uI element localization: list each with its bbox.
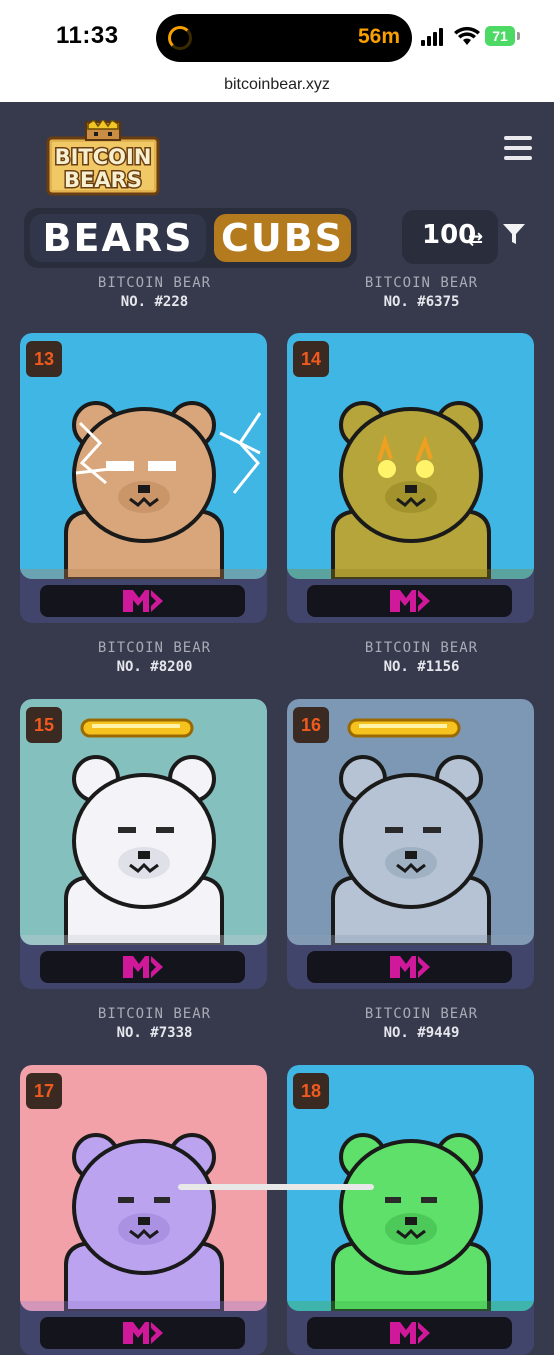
magic-eden-icon [123, 1322, 163, 1344]
hamburger-menu-icon[interactable] [504, 136, 532, 160]
caption-number: NO. #1156 [383, 659, 460, 675]
caption-number: NO. #9449 [383, 1025, 460, 1041]
bear-card[interactable]: 17 [20, 1065, 267, 1355]
magic-eden-link[interactable] [307, 1317, 512, 1349]
dynamic-island[interactable]: 56m [156, 14, 412, 62]
rank-badge: 15 [26, 707, 62, 743]
magic-eden-link[interactable] [40, 951, 245, 983]
caption-label: BITCOIN BEAR [97, 275, 212, 291]
caption-number: NO. #8200 [116, 659, 193, 675]
bear-card[interactable]: 16 [287, 699, 534, 989]
rank-badge: 14 [293, 341, 329, 377]
magic-eden-icon [123, 956, 163, 978]
rank-badge: 16 [293, 707, 329, 743]
bear-card[interactable]: 14 [287, 333, 534, 623]
rank-badge: 17 [26, 1073, 62, 1109]
bear-card[interactable]: 18 [287, 1065, 534, 1355]
status-time: 11:33 [56, 22, 119, 49]
caption-label: BITCOIN BEAR [97, 640, 212, 656]
battery-cap [517, 32, 520, 40]
logo-line2: BEARS [64, 168, 142, 192]
filter-icon[interactable] [502, 222, 526, 246]
magic-eden-icon [123, 590, 163, 612]
magic-eden-icon [390, 956, 430, 978]
magic-eden-link[interactable] [307, 585, 512, 617]
battery-level: 71 [492, 28, 508, 44]
rank-badge: 13 [26, 341, 62, 377]
bitcoin-bears-logo[interactable]: BITCOIN BEARS [44, 120, 162, 196]
url-text: bitcoinbear.xyz [224, 76, 330, 93]
rank-badge: 18 [293, 1073, 329, 1109]
cellular-signal-icon [421, 28, 447, 46]
tab-bears[interactable]: BEARS [30, 214, 206, 262]
page-size-selector[interactable]: 100 ⇄ [402, 210, 498, 264]
magic-eden-link[interactable] [40, 585, 245, 617]
bears-cubs-toggle: BEARS CUBS [24, 208, 357, 268]
caption-label: BITCOIN BEAR [364, 275, 479, 291]
refresh-icon: ⇄ [468, 229, 484, 250]
timer-text: 56m [357, 25, 400, 48]
bear-card[interactable]: 15 [20, 699, 267, 989]
magic-eden-link[interactable] [40, 1317, 245, 1349]
tab-cubs[interactable]: CUBS [214, 214, 351, 262]
caption-number: NO. #228 [120, 294, 189, 310]
home-indicator [178, 1184, 374, 1190]
status-bar: 11:33 56m 71 [0, 0, 554, 72]
caption-label: BITCOIN BEAR [97, 1006, 212, 1022]
logo-line1: BITCOIN [55, 145, 152, 169]
bears-grid: BITCOIN BEAR NO. #228 BITCOIN BEAR NO. #… [0, 275, 554, 1355]
caption-label: BITCOIN BEAR [364, 1006, 479, 1022]
caption-label: BITCOIN BEAR [364, 640, 479, 656]
caption-number: NO. #6375 [383, 294, 460, 310]
magic-eden-icon [390, 590, 430, 612]
magic-eden-icon [390, 1322, 430, 1344]
caption-number: NO. #7338 [116, 1025, 193, 1041]
wifi-icon [454, 26, 480, 45]
magic-eden-link[interactable] [307, 951, 512, 983]
bear-card[interactable]: 13 [20, 333, 267, 623]
timer-icon [168, 26, 192, 50]
url-bar[interactable]: bitcoinbear.xyz [0, 72, 554, 102]
battery-icon: 71 [485, 26, 515, 46]
